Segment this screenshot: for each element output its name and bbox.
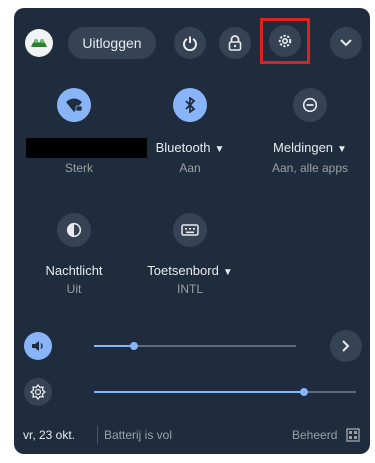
notifications-status: Aan, alle apps [271, 161, 349, 175]
quick-settings-panel: Uitloggen Sterk Bluetooth ▼ Aan Meldinge… [14, 8, 370, 454]
network-toggle[interactable] [57, 88, 91, 122]
caret-down-icon: ▼ [214, 144, 225, 155]
do-not-disturb-icon [302, 97, 318, 113]
date-button[interactable]: vr, 23 okt. [23, 428, 75, 442]
chevron-down-icon [340, 39, 352, 47]
bluetooth-icon [185, 97, 196, 113]
volume-thumb[interactable] [130, 342, 138, 350]
bluetooth-status: Aan [179, 161, 201, 175]
battery-status: Batterij is vol [104, 428, 173, 442]
power-icon [183, 36, 197, 51]
keyboard-status: INTL [176, 282, 203, 296]
notifications-label[interactable]: Meldingen ▼ [250, 140, 370, 155]
lock-icon [228, 35, 242, 51]
mute-button[interactable] [24, 332, 52, 360]
volume-icon [32, 341, 43, 351]
power-button[interactable] [174, 27, 206, 59]
managed-label[interactable]: Beheerd [292, 428, 337, 442]
night-light-icon [66, 222, 82, 238]
keyboard-label[interactable]: Toetsenbord ▼ [140, 263, 240, 278]
keyboard-toggle[interactable] [173, 213, 207, 247]
lock-button[interactable] [219, 27, 251, 59]
caret-down-icon: ▼ [222, 267, 233, 278]
bluetooth-toggle[interactable] [173, 88, 207, 122]
brightness-thumb[interactable] [300, 388, 308, 396]
settings-highlight-box [260, 18, 310, 64]
audio-settings-button[interactable] [330, 330, 362, 362]
night-light-toggle[interactable] [57, 213, 91, 247]
keyboard-icon [181, 224, 199, 236]
brightness-icon [30, 384, 46, 400]
wifi-lock-icon [66, 98, 83, 112]
avatar[interactable] [25, 29, 53, 57]
avatar-frog-icon [31, 39, 47, 47]
brightness-slider[interactable] [94, 384, 356, 400]
night-light-label: Nachtlicht [45, 263, 103, 278]
volume-fill [94, 345, 134, 347]
brightness-button [24, 378, 52, 406]
sign-out-button[interactable]: Uitloggen [68, 27, 156, 59]
volume-slider[interactable] [94, 338, 296, 354]
notifications-toggle[interactable] [293, 88, 327, 122]
brightness-fill [94, 391, 304, 393]
building-icon [346, 428, 360, 442]
bluetooth-label[interactable]: Bluetooth ▼ [140, 140, 240, 155]
footer-divider [97, 426, 98, 444]
caret-down-icon: ▼ [337, 144, 347, 155]
night-light-status: Uit [66, 282, 82, 296]
redacted-network-name [26, 138, 147, 158]
chevron-right-icon [342, 340, 350, 352]
collapse-button[interactable] [330, 27, 362, 59]
sign-out-label: Uitloggen [82, 35, 142, 51]
network-status: Sterk [64, 161, 93, 175]
